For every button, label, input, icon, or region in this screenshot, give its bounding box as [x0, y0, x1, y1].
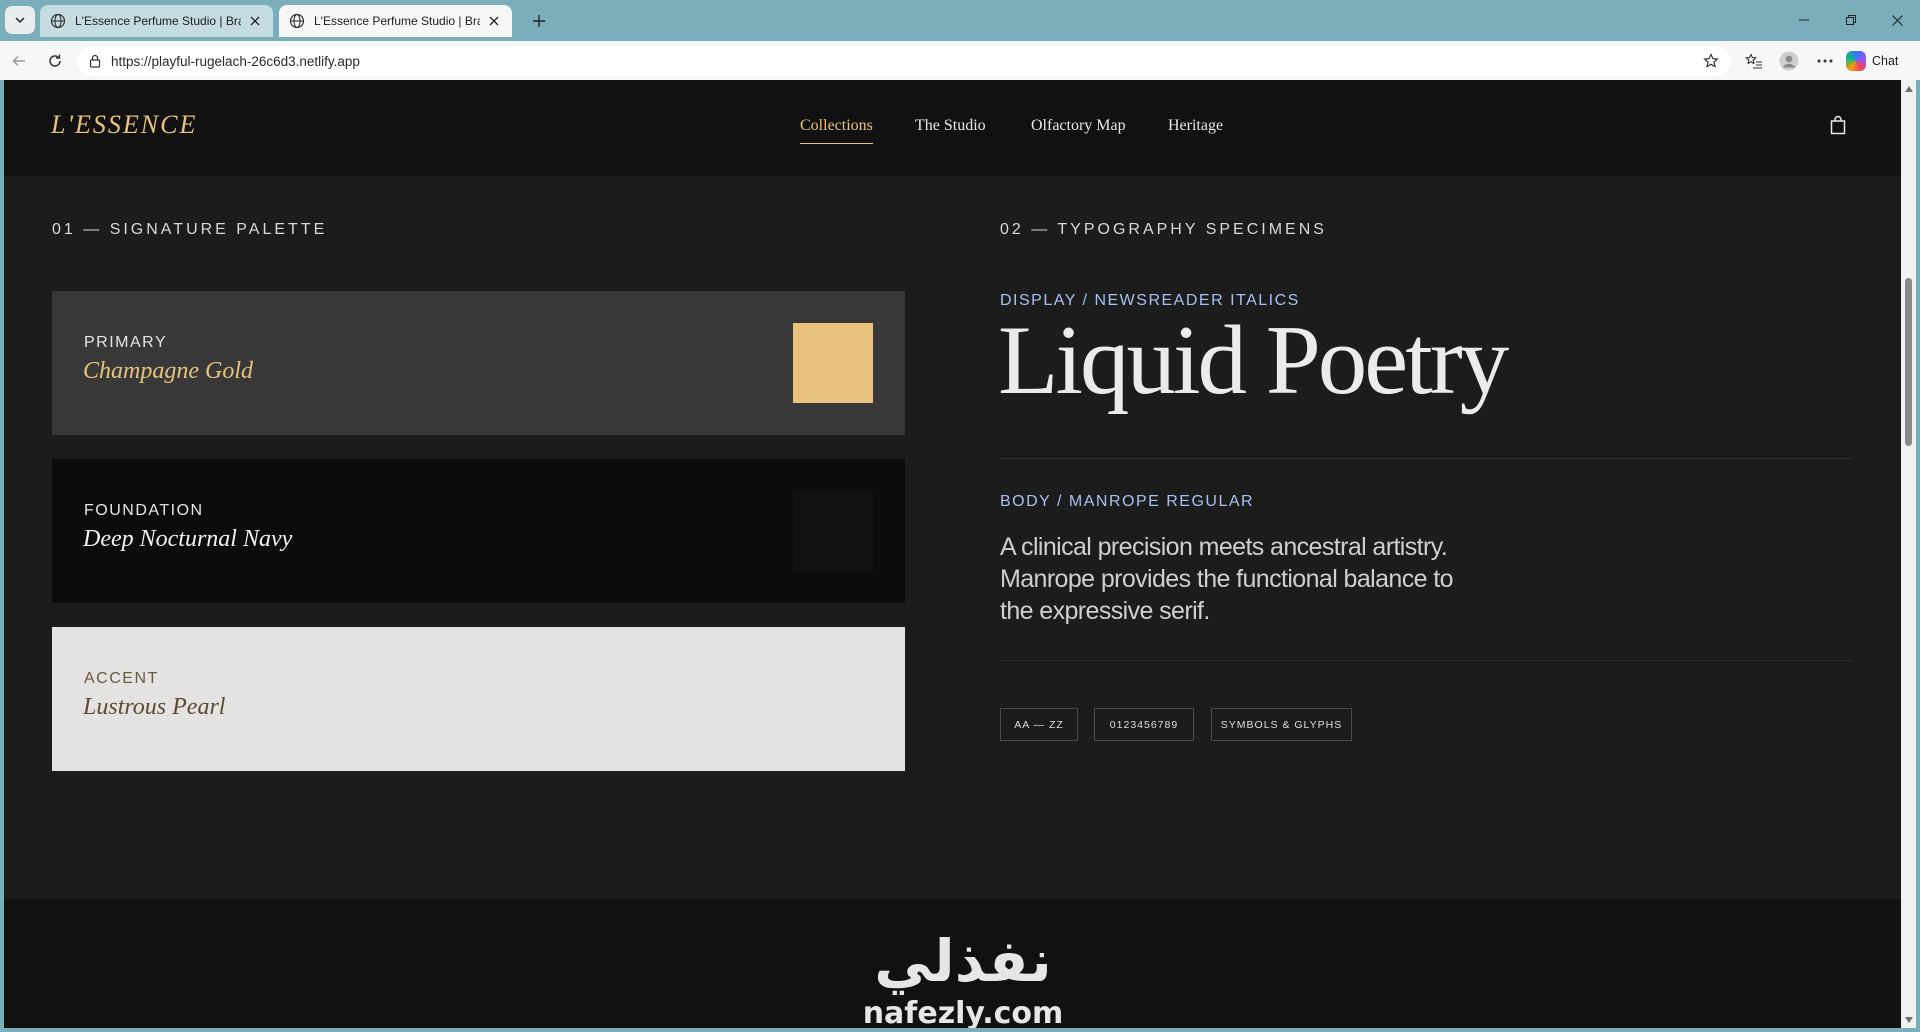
tab-title: L'Essence Perfume Studio | Brand I	[314, 14, 480, 28]
close-icon	[489, 16, 499, 26]
profile-icon	[1779, 51, 1799, 71]
swatch-label: PRIMARY	[84, 334, 168, 351]
profile-button[interactable]	[1775, 47, 1803, 75]
tab-actions-menu-button[interactable]	[5, 6, 35, 34]
browser-tab-2[interactable]: L'Essence Perfume Studio | Brand I	[279, 5, 512, 37]
scroll-thumb[interactable]	[1905, 278, 1912, 446]
glyph-chip-letters[interactable]: AA — ZZ	[1000, 708, 1078, 741]
swatch-label: ACCENT	[84, 670, 159, 687]
swatch-label: FOUNDATION	[84, 502, 204, 519]
close-icon	[250, 16, 260, 26]
display-sample-text: Liquid Poetry	[998, 306, 1509, 415]
nafezly-watermark-logo: نفذلي nafezly.com	[863, 927, 1064, 1028]
globe-icon	[50, 13, 66, 29]
minimize-button[interactable]	[1784, 6, 1824, 34]
site-header: L'ESSENCE Collections The Studio Olfacto…	[4, 80, 1901, 176]
star-icon[interactable]	[1703, 53, 1719, 69]
close-icon	[1891, 14, 1903, 26]
back-button[interactable]	[5, 47, 33, 75]
scroll-up-arrow[interactable]	[1904, 84, 1913, 93]
restore-icon	[1846, 15, 1856, 25]
copilot-chat-button[interactable]: Chat	[1846, 48, 1898, 74]
color-chip	[793, 491, 873, 571]
back-arrow-icon	[12, 55, 25, 67]
restore-button[interactable]	[1831, 6, 1871, 34]
nav-item-collections[interactable]: Collections	[800, 117, 873, 144]
color-chip	[793, 323, 873, 403]
reload-icon	[49, 54, 61, 67]
svg-text:nafezly.com: nafezly.com	[863, 996, 1064, 1028]
shopping-bag-icon	[1830, 115, 1846, 135]
copilot-label: Chat	[1872, 54, 1899, 68]
copilot-icon	[1846, 51, 1866, 71]
swatch-card-accent: ACCENT Lustrous Pearl	[52, 627, 905, 771]
nav-item-olfactory-map[interactable]: Olfactory Map	[1031, 117, 1126, 135]
body-font-label: BODY / MANROPE REGULAR	[1000, 493, 1255, 510]
page-scrollbar[interactable]	[1901, 80, 1916, 1028]
swatch-name: Champagne Gold	[83, 358, 253, 384]
brand-logo[interactable]: L'ESSENCE	[51, 110, 197, 140]
minimize-icon	[1799, 19, 1809, 21]
triangle-up-icon	[1904, 85, 1913, 92]
nav-item-heritage[interactable]: Heritage	[1168, 117, 1223, 135]
scroll-down-arrow[interactable]	[1904, 1015, 1913, 1024]
glyph-chip-symbols[interactable]: SYMBOLS & GLYPHS	[1211, 708, 1352, 741]
reload-button[interactable]	[41, 47, 69, 75]
body-sample-text: A clinical precision meets ancestral art…	[1000, 533, 1453, 625]
svg-text:نفذلي: نفذلي	[874, 927, 1051, 995]
site-footer: نفذلي nafezly.com	[4, 899, 1901, 1028]
divider	[1000, 458, 1853, 459]
swatch-card-primary: PRIMARY Champagne Gold	[52, 291, 905, 435]
page-viewport: L'ESSENCE Collections The Studio Olfacto…	[4, 80, 1901, 1028]
browser-tab-bar: L'Essence Perfume Studio | Brand I L'Ess…	[0, 0, 1920, 41]
favorites-button[interactable]	[1740, 47, 1768, 75]
divider	[1000, 660, 1853, 661]
nav-item-the-studio[interactable]: The Studio	[915, 117, 986, 135]
favorites-list-icon	[1745, 53, 1762, 69]
new-tab-button[interactable]	[526, 8, 552, 34]
address-bar[interactable]: https://playful-rugelach-26c6d3.netlify.…	[77, 46, 1731, 76]
plus-icon	[533, 15, 545, 27]
glyph-chip-numerals[interactable]: 0123456789	[1094, 708, 1194, 741]
close-window-button[interactable]	[1877, 6, 1917, 34]
lock-icon	[89, 54, 101, 68]
browser-tab-1[interactable]: L'Essence Perfume Studio | Brand I	[40, 5, 273, 37]
more-icon	[1817, 59, 1833, 63]
swatch-card-foundation: FOUNDATION Deep Nocturnal Navy	[52, 459, 905, 603]
url-text: https://playful-rugelach-26c6d3.netlify.…	[111, 53, 360, 69]
palette-section-title: 01 — SIGNATURE PALETTE	[52, 221, 328, 238]
triangle-down-icon	[1904, 1016, 1913, 1023]
swatch-name: Deep Nocturnal Navy	[83, 526, 293, 552]
browser-toolbar: https://playful-rugelach-26c6d3.netlify.…	[0, 41, 1920, 80]
globe-icon	[289, 13, 305, 29]
tab-close-button[interactable]	[247, 13, 263, 29]
swatch-name: Lustrous Pearl	[83, 694, 226, 720]
tab-close-button[interactable]	[486, 13, 502, 29]
more-menu-button[interactable]	[1811, 47, 1839, 75]
typography-section-title: 02 — TYPOGRAPHY SPECIMENS	[1000, 221, 1327, 238]
chevron-down-icon	[15, 17, 25, 24]
cart-button[interactable]	[1829, 115, 1847, 135]
tab-title: L'Essence Perfume Studio | Brand I	[75, 14, 241, 28]
